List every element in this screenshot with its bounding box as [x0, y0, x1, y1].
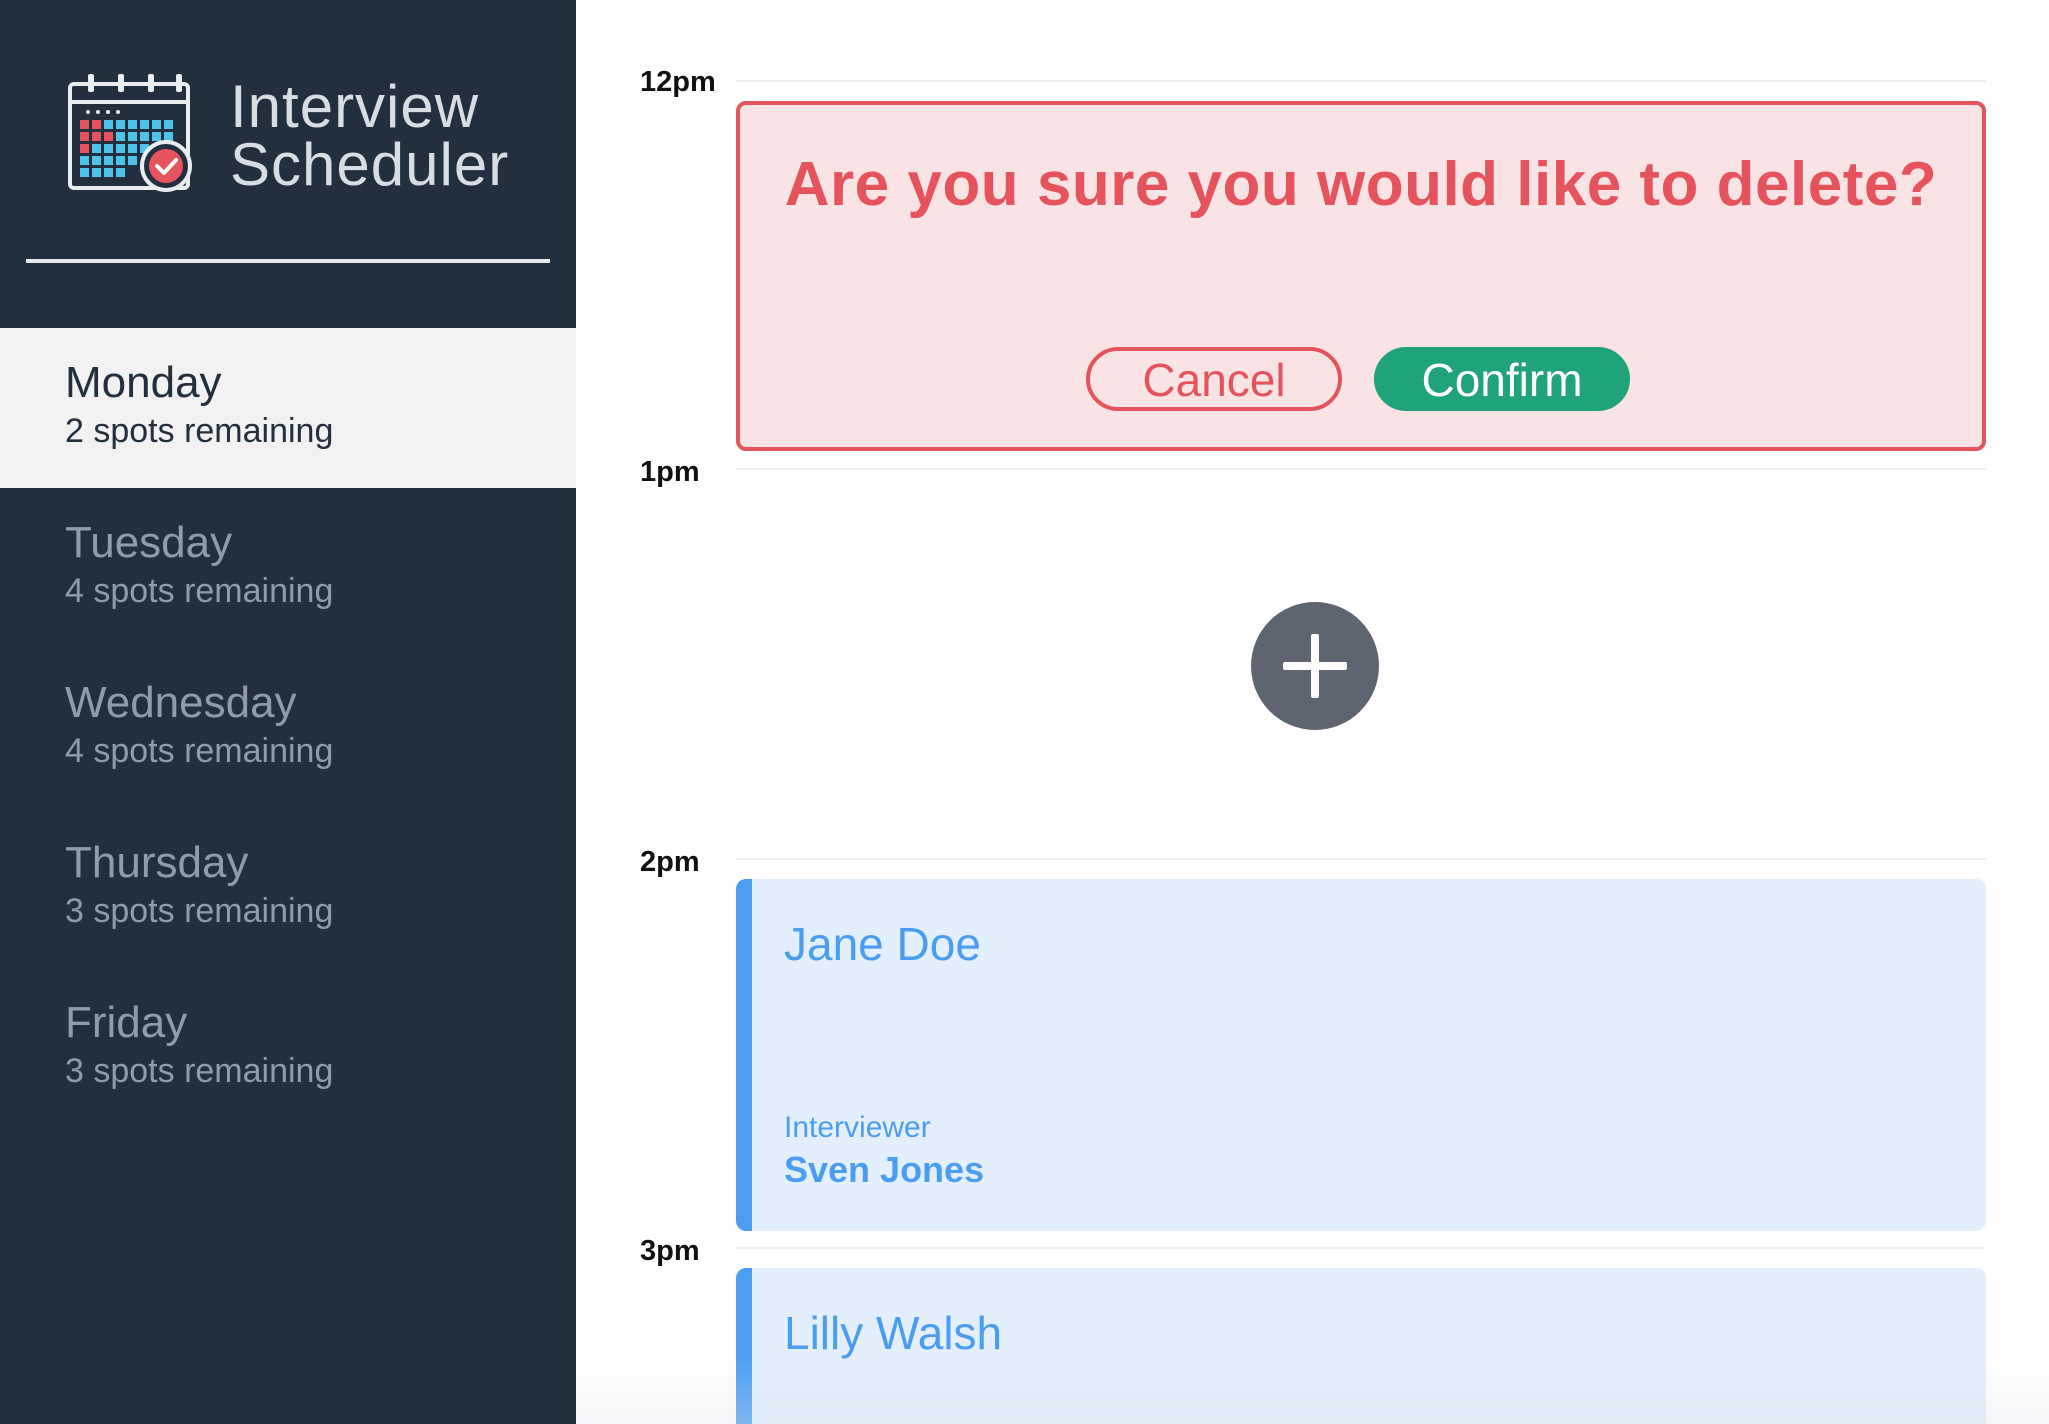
day-name: Wednesday: [65, 678, 297, 727]
add-appointment-button[interactable]: [1251, 602, 1379, 730]
app: Interview Scheduler Monday 2 spots remai…: [0, 0, 2049, 1424]
interviewer-label: Interviewer: [784, 1111, 931, 1144]
student-name: Lilly Walsh: [784, 1307, 1003, 1359]
confirm-message: Are you sure you would like to delete?: [784, 150, 1938, 219]
day-name: Monday: [65, 358, 222, 407]
day-name: Friday: [65, 998, 188, 1047]
time-label-2pm: 2pm: [640, 846, 700, 878]
day-spots: 4 spots remaining: [65, 732, 334, 770]
day-name: Thursday: [65, 838, 249, 887]
day-name: Tuesday: [65, 518, 233, 567]
day-spots: 3 spots remaining: [65, 892, 334, 930]
confirm-button[interactable]: Confirm: [1374, 347, 1630, 411]
student-name: Jane Doe: [784, 918, 981, 970]
hour-separator: [736, 858, 1986, 860]
calendar-check-icon: [68, 74, 192, 192]
day-item-wednesday[interactable]: Wednesday 4 spots remaining: [0, 648, 576, 808]
day-spots: 3 spots remaining: [65, 1052, 334, 1090]
day-item-friday[interactable]: Friday 3 spots remaining: [0, 968, 576, 1128]
hour-separator: [736, 468, 1986, 470]
hour-separator: [736, 80, 1986, 82]
delete-confirmation: Are you sure you would like to delete? C…: [736, 101, 1986, 451]
app-title-line1: Interview: [230, 73, 480, 140]
day-list: Monday 2 spots remaining Tuesday 4 spots…: [0, 328, 576, 1128]
appointment-card[interactable]: Lilly Walsh: [736, 1268, 1986, 1424]
time-label-1pm: 1pm: [640, 456, 700, 488]
sidebar-divider: [26, 259, 550, 263]
hour-separator: [736, 1247, 1986, 1249]
schedule: 12pm 1pm 2pm 3pm Are you sure you would …: [576, 0, 2049, 1424]
time-label-12pm: 12pm: [640, 66, 716, 98]
interviewer-name: Sven Jones: [784, 1149, 985, 1190]
day-item-thursday[interactable]: Thursday 3 spots remaining: [0, 808, 576, 968]
day-item-monday[interactable]: Monday 2 spots remaining: [0, 328, 576, 488]
appointment-card[interactable]: Jane Doe Interviewer Sven Jones: [736, 879, 1986, 1231]
day-item-tuesday[interactable]: Tuesday 4 spots remaining: [0, 488, 576, 648]
app-title: Interview Scheduler: [230, 73, 510, 198]
time-label-3pm: 3pm: [640, 1235, 700, 1267]
day-spots: 2 spots remaining: [65, 412, 334, 450]
app-title-line2: Scheduler: [230, 131, 510, 198]
day-spots: 4 spots remaining: [65, 572, 334, 610]
cancel-button[interactable]: Cancel: [1086, 347, 1342, 411]
brand: Interview Scheduler: [66, 70, 516, 200]
sidebar: Interview Scheduler Monday 2 spots remai…: [0, 0, 576, 1424]
